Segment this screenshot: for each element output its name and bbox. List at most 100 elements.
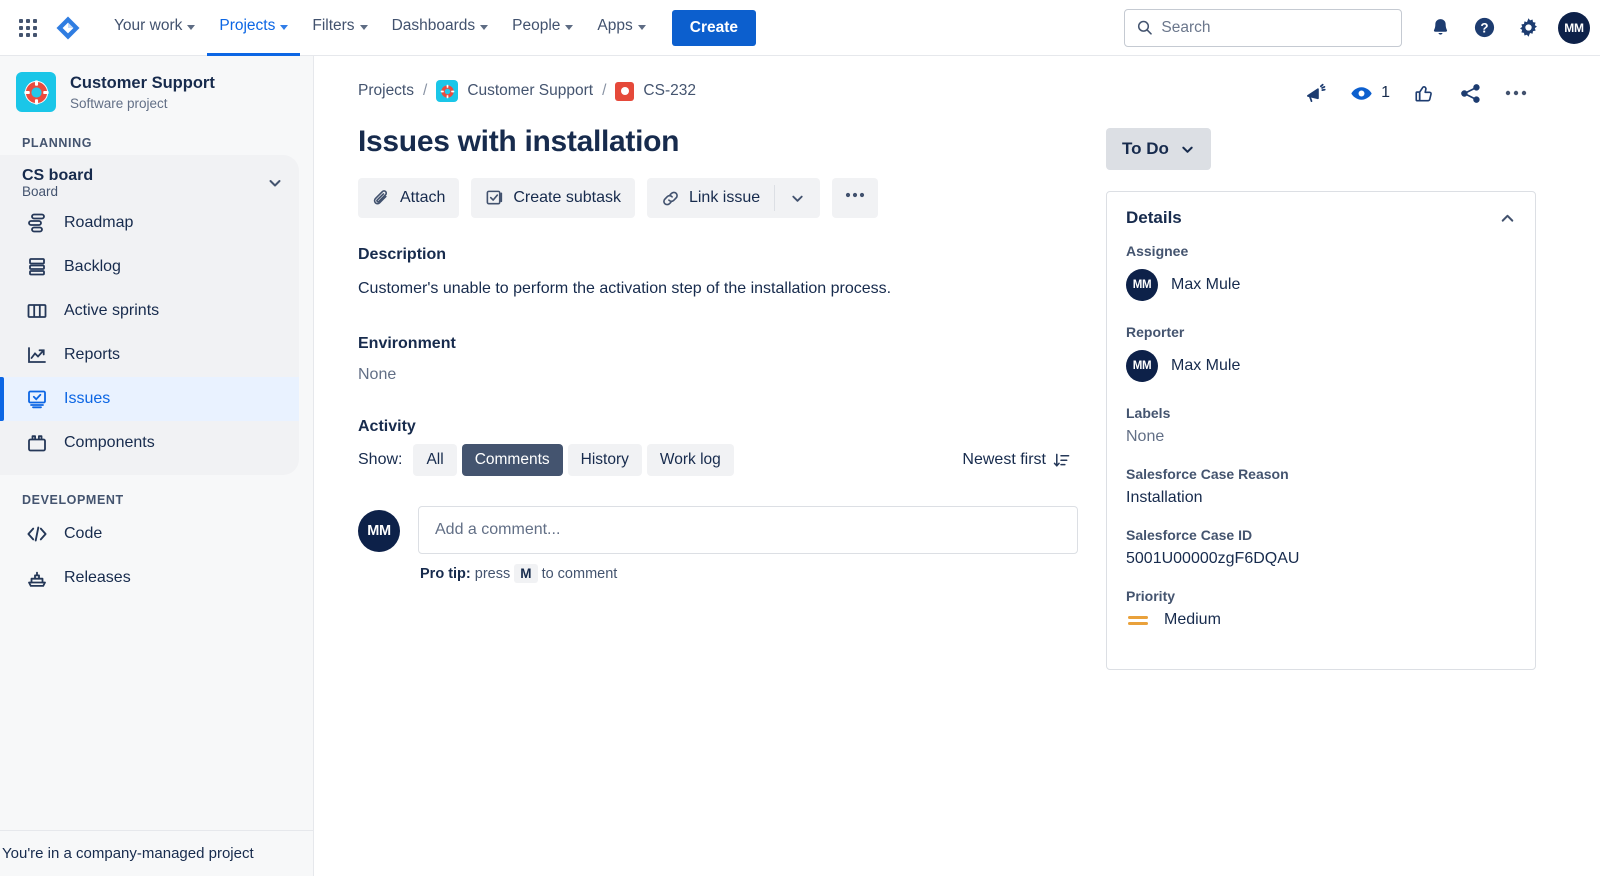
description-text[interactable]: Customer's unable to perform the activat… xyxy=(358,277,1078,301)
comment-box[interactable] xyxy=(418,506,1078,554)
sidebar-item-label: Active sprints xyxy=(64,302,160,319)
megaphone-icon xyxy=(1306,83,1326,102)
help-question-icon: ? xyxy=(1474,17,1494,38)
sidebar-item-label: Components xyxy=(64,434,155,451)
jira-logo-icon xyxy=(55,15,81,41)
activity-filters: All Comments History Work log xyxy=(413,444,734,476)
jira-home-button[interactable] xyxy=(48,8,88,48)
notification-bell-icon xyxy=(1433,19,1447,35)
issue-action-buttons: Attach Create subtask Link issue xyxy=(358,178,1078,218)
nav-apps[interactable]: Apps xyxy=(585,0,657,56)
sort-order-button[interactable]: Newest first xyxy=(954,445,1078,475)
give-feedback-button[interactable] xyxy=(1296,73,1336,113)
sidebar-item-roadmap[interactable]: Roadmap xyxy=(0,201,299,245)
environment-heading: Environment xyxy=(358,335,456,352)
chevron-down-icon xyxy=(1182,146,1193,153)
chevron-down-icon xyxy=(637,24,646,30)
search-input[interactable] xyxy=(1161,18,1389,37)
reporter-value[interactable]: MM Max Mule xyxy=(1126,347,1516,385)
field-priority: Priority Medium xyxy=(1126,588,1516,629)
sort-descending-icon xyxy=(1053,453,1070,467)
sidebar-board-text: CS board Board xyxy=(22,167,93,199)
breadcrumb-project[interactable]: Customer Support xyxy=(467,82,593,100)
breadcrumb-projects[interactable]: Projects xyxy=(358,82,414,100)
more-actions-button[interactable] xyxy=(832,178,879,218)
nav-your-work[interactable]: Your work xyxy=(102,0,207,56)
pro-tip-prefix: Pro tip: xyxy=(420,566,471,582)
nav-filters-label: Filters xyxy=(312,17,355,34)
search-icon xyxy=(1137,20,1152,35)
field-salesforce-case-id: Salesforce Case ID 5001U00000zgF6DQAU xyxy=(1126,527,1516,568)
comment-input[interactable] xyxy=(435,521,1061,539)
reports-chart-icon xyxy=(24,342,50,368)
chevron-down-icon xyxy=(359,24,368,30)
priority-value[interactable]: Medium xyxy=(1126,611,1516,629)
chevron-down-icon xyxy=(565,24,574,30)
environment-value[interactable]: None xyxy=(358,366,1078,384)
assignee-value[interactable]: MM Max Mule xyxy=(1126,266,1516,304)
sidebar-development-label: DEVELOPMENT xyxy=(22,493,124,507)
field-label: Salesforce Case Reason xyxy=(1126,466,1289,482)
nav-projects[interactable]: Projects xyxy=(207,0,301,56)
help-button[interactable]: ? xyxy=(1464,8,1504,48)
attach-button[interactable]: Attach xyxy=(358,178,460,218)
link-issue-dropdown-button[interactable] xyxy=(775,178,820,218)
link-issue-button[interactable]: Link issue xyxy=(647,178,774,218)
create-subtask-button[interactable]: Create subtask xyxy=(471,178,635,218)
pro-tip-mid: press xyxy=(474,566,511,582)
issue-more-actions-button[interactable] xyxy=(1496,73,1536,113)
create-button[interactable]: Create xyxy=(671,9,756,46)
filter-history[interactable]: History xyxy=(567,444,642,476)
sidebar-item-label: Backlog xyxy=(64,258,121,275)
paperclip-icon xyxy=(373,189,387,204)
sidebar-item-reports[interactable]: Reports xyxy=(0,333,299,377)
sidebar-project-header[interactable]: Customer Support Software project xyxy=(0,60,313,118)
search-box[interactable] xyxy=(1124,8,1402,47)
assignee-name: Max Mule xyxy=(1171,276,1241,293)
project-lifebuoy-icon xyxy=(16,72,56,112)
nav-filters[interactable]: Filters xyxy=(300,0,379,56)
sidebar-item-code[interactable]: Code xyxy=(0,512,313,556)
watch-button[interactable]: 1 xyxy=(1342,73,1398,113)
subtask-checkbox-icon xyxy=(486,190,503,205)
nav-dashboards[interactable]: Dashboards xyxy=(380,0,501,56)
chevron-down-icon xyxy=(187,24,196,30)
labels-value[interactable]: None xyxy=(1126,428,1516,446)
notifications-button[interactable] xyxy=(1420,8,1460,48)
sidebar-item-components[interactable]: Components xyxy=(0,421,299,465)
board-columns-icon xyxy=(24,298,50,324)
link-chain-icon xyxy=(663,191,678,205)
filter-all[interactable]: All xyxy=(413,444,457,476)
sidebar-board-selector[interactable]: CS board Board xyxy=(0,163,299,201)
nav-dashboards-label: Dashboards xyxy=(391,17,476,34)
vote-button[interactable] xyxy=(1404,73,1444,113)
details-panel: Details Assignee MM Max Mule Reporter MM… xyxy=(1106,191,1536,670)
filter-comments[interactable]: Comments xyxy=(461,444,563,476)
sidebar-item-releases[interactable]: Releases xyxy=(0,556,313,600)
share-button[interactable] xyxy=(1450,73,1490,113)
filter-work-log[interactable]: Work log xyxy=(646,444,734,476)
app-switcher-button[interactable] xyxy=(8,8,48,48)
issues-icon xyxy=(24,386,50,412)
watch-eye-icon xyxy=(1351,86,1372,100)
sidebar-item-backlog[interactable]: Backlog xyxy=(0,245,299,289)
chevron-down-icon xyxy=(480,24,489,30)
sidebar-item-issues[interactable]: Issues xyxy=(0,377,299,421)
salesforce-case-id-value[interactable]: 5001U00000zgF6DQAU xyxy=(1126,550,1516,568)
breadcrumb-issue-key[interactable]: CS-232 xyxy=(643,82,696,100)
field-label: Priority xyxy=(1126,588,1176,604)
chevron-down-icon xyxy=(792,195,803,202)
roadmap-icon xyxy=(24,210,50,236)
user-avatar[interactable]: MM xyxy=(1558,11,1590,44)
description-section: Description Customer's unable to perform… xyxy=(358,246,1078,301)
nav-people[interactable]: People xyxy=(500,0,585,56)
reporter-avatar: MM xyxy=(1126,350,1158,382)
chevron-down-icon xyxy=(269,180,281,187)
settings-button[interactable] xyxy=(1508,8,1548,48)
salesforce-case-reason-value[interactable]: Installation xyxy=(1126,489,1516,507)
details-panel-header[interactable]: Details xyxy=(1107,192,1535,243)
sidebar-item-active-sprints[interactable]: Active sprints xyxy=(0,289,299,333)
activity-heading: Activity xyxy=(358,418,416,435)
status-dropdown-button[interactable]: To Do xyxy=(1106,128,1211,170)
pro-tip-key: M xyxy=(514,564,538,583)
